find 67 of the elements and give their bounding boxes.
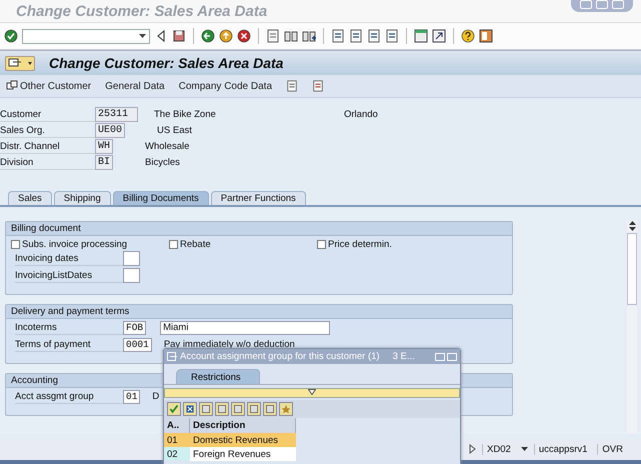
cancel-icon[interactable] (183, 402, 197, 416)
scroll-down-icon[interactable] (628, 227, 636, 231)
input-field[interactable]: 25311 (95, 106, 138, 122)
server-name: uccappsrv1 (534, 444, 592, 454)
back-icon[interactable] (201, 29, 215, 43)
window-title: Change Customer: Sales Area Data (16, 2, 268, 20)
dialog-icon (167, 352, 177, 361)
field-description: The Bike Zone (154, 108, 217, 120)
input-field[interactable]: Miami (160, 320, 330, 334)
input-field[interactable] (123, 268, 140, 283)
column-header[interactable]: Description (190, 418, 296, 433)
city-text: Orlando (344, 108, 378, 120)
menu-button[interactable] (5, 56, 35, 70)
dialog-title: Account assignment group for this customer (1) (180, 351, 380, 362)
toolbar-button[interactable]: General Data (105, 80, 165, 92)
menu-icon[interactable] (8, 58, 22, 68)
shortcut-icon[interactable] (432, 29, 446, 43)
tab[interactable]: Sales (8, 191, 52, 205)
input-field[interactable]: 0001 (123, 338, 152, 352)
caret-icon[interactable] (28, 62, 32, 64)
checkbox[interactable]: Price determin. (317, 239, 475, 250)
column-header[interactable]: A.. (164, 418, 190, 433)
tab[interactable]: Restrictions (176, 369, 260, 384)
input-field[interactable]: FOB (123, 320, 146, 334)
group-title: Delivery and payment terms (6, 305, 512, 319)
toolbar-button[interactable]: Company Code Data (178, 80, 272, 92)
layout-icon[interactable] (479, 29, 493, 43)
save-icon[interactable] (172, 29, 186, 43)
field-description: D (152, 391, 160, 402)
expand-icon[interactable] (469, 444, 476, 454)
table-cell[interactable]: 01 (164, 433, 190, 447)
scrollbar[interactable] (627, 221, 637, 434)
group-title: Billing document (6, 222, 512, 236)
tab[interactable]: Partner Functions (210, 191, 306, 205)
windows-icon[interactable] (6, 80, 18, 92)
field-description: US East (157, 124, 193, 136)
input-mode[interactable]: OVR (597, 444, 627, 454)
personal-list-icon[interactable] (279, 402, 293, 416)
input-field[interactable]: 01 (123, 390, 140, 404)
table-cell[interactable]: Foreign Revenues (190, 447, 296, 461)
transaction-code[interactable]: XD02 (482, 444, 515, 454)
exit-icon[interactable] (219, 29, 233, 43)
scroll-up-icon[interactable] (628, 221, 636, 225)
dropdown-icon[interactable] (139, 34, 146, 38)
confirm-icon[interactable] (4, 29, 18, 43)
new-window-icon[interactable] (414, 29, 428, 43)
command-field[interactable] (22, 28, 150, 44)
field-description: Wholesale (145, 140, 190, 152)
tab[interactable]: Billing Documents (112, 191, 209, 205)
input-field[interactable]: BI (95, 154, 114, 170)
table-cell[interactable]: 02 (164, 447, 190, 461)
field-description: Bicycles (145, 156, 181, 168)
document-icon[interactable] (312, 80, 324, 92)
input-field[interactable]: WH (95, 138, 114, 154)
dropdown-icon[interactable] (520, 447, 528, 451)
toolbar-button[interactable]: Other Customer (6, 80, 92, 92)
tab[interactable]: Shipping (54, 191, 111, 205)
checkbox[interactable]: Rebate (169, 239, 317, 250)
checkbox[interactable]: Subs. invoice processing (11, 239, 169, 250)
table-cell[interactable]: Domestic Revenues (190, 433, 296, 447)
cancel-icon[interactable] (237, 29, 251, 43)
document-icon[interactable] (286, 80, 298, 92)
entry-count: 3 E... (392, 351, 415, 362)
input-field[interactable]: UE00 (95, 122, 126, 138)
field-description: Pay immediately w/o deduction (164, 339, 295, 350)
input-field[interactable] (123, 251, 140, 266)
screen-title: Change Customer: Sales Area Data (49, 55, 284, 71)
